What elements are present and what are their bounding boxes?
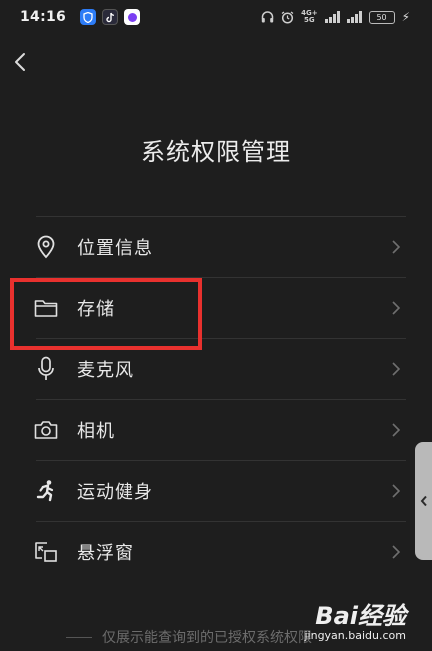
status-bar: 14:16 4G+ 5G 50 ⚡ — [0, 0, 432, 34]
purple-app-icon — [124, 9, 141, 25]
permission-item-camera[interactable]: 相机 — [0, 399, 432, 460]
chevron-right-icon — [392, 483, 401, 498]
chevron-right-icon — [392, 239, 401, 254]
headphones-icon — [261, 11, 274, 23]
watermark-logo: Bai经验 — [315, 602, 406, 630]
permission-label: 悬浮窗 — [77, 542, 134, 564]
chevron-right-icon — [392, 422, 401, 437]
signal-strength-icon — [324, 11, 340, 23]
side-panel-handle[interactable] — [415, 442, 432, 560]
battery-icon: 50 — [368, 10, 395, 24]
permission-item-location[interactable]: 位置信息 — [0, 216, 432, 277]
permission-label: 相机 — [77, 420, 115, 442]
baidu-jingyan-watermark: Bai经验 jingyan.baidu.com — [304, 596, 406, 642]
divider — [36, 521, 406, 522]
permission-label: 麦克风 — [77, 359, 134, 381]
watermark-url: jingyan.baidu.com — [304, 629, 406, 642]
camera-icon — [33, 417, 59, 443]
chevron-right-icon — [392, 361, 401, 376]
location-pin-icon — [33, 234, 59, 260]
chevron-right-icon — [392, 544, 401, 559]
highlight-annotation-box — [10, 278, 202, 350]
system-status-icons: 4G+ 5G 50 ⚡ — [261, 10, 410, 24]
divider — [36, 216, 406, 217]
permission-item-fitness[interactable]: 运动健身 — [0, 460, 432, 521]
divider — [36, 399, 406, 400]
permission-item-floating-window[interactable]: 悬浮窗 — [0, 521, 432, 582]
divider — [36, 460, 406, 461]
permission-list: 位置信息 存储 麦克风 相机 运动健身 悬浮窗 — [0, 216, 432, 582]
charging-bolt-icon: ⚡ — [401, 10, 410, 24]
back-button[interactable] — [6, 46, 34, 78]
back-arrow-icon — [15, 53, 25, 71]
alarm-clock-icon — [281, 10, 294, 24]
permission-label: 位置信息 — [77, 237, 153, 259]
footnote-line — [66, 636, 92, 638]
page-title: 系统权限管理 — [141, 138, 291, 166]
footnote-text: 仅展示能查询到的已授权系统权限 — [102, 630, 312, 646]
floating-window-icon — [33, 539, 59, 565]
status-time: 14:16 — [20, 9, 67, 25]
network-type-indicator: 4G+ 5G — [301, 9, 318, 24]
signal-strength-2-icon — [346, 11, 362, 23]
microphone-icon — [33, 356, 59, 382]
shield-app-icon — [80, 9, 97, 25]
notification-icons — [80, 9, 141, 25]
permission-label: 运动健身 — [77, 481, 153, 503]
chevron-left-icon — [420, 495, 427, 507]
running-person-icon — [33, 478, 59, 504]
tiktok-app-icon — [102, 9, 119, 25]
chevron-right-icon — [392, 300, 401, 315]
